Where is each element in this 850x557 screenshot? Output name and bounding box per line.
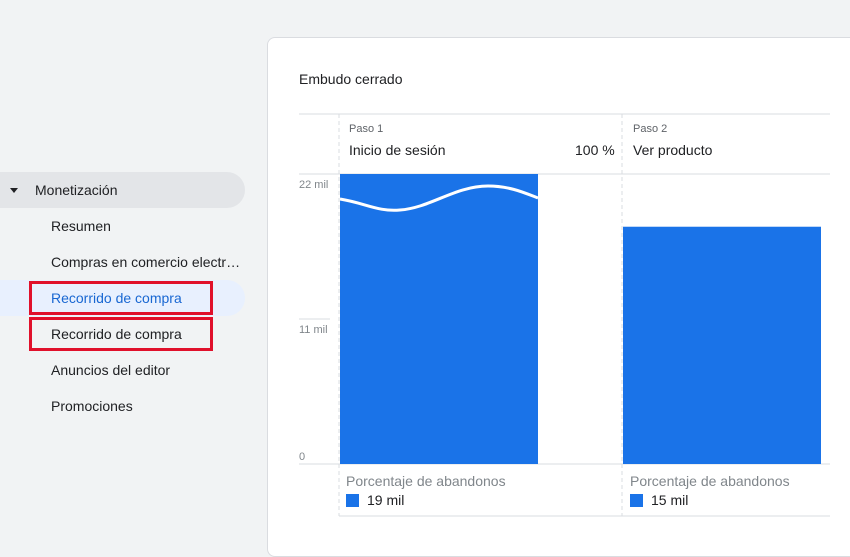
step-label: Paso 2 xyxy=(633,123,668,135)
abandon-value: 15 mil xyxy=(630,492,688,508)
funnel-chart xyxy=(299,113,830,517)
y-tick-label: 11 mil xyxy=(299,324,328,336)
abandon-title: Porcentaje de abandonos xyxy=(630,473,790,489)
legend-swatch xyxy=(630,493,643,507)
step-name: Inicio de sesión xyxy=(349,142,446,158)
legend-swatch xyxy=(346,493,359,507)
abandon-value-text: 19 mil xyxy=(367,492,405,508)
step-percent: 100 % xyxy=(575,142,615,158)
y-tick-label: 0 xyxy=(299,451,306,463)
abandon-title: Porcentaje de abandonos xyxy=(346,473,506,489)
funnel-bar[interactable] xyxy=(340,174,538,464)
step-name: Ver producto xyxy=(633,142,713,158)
funnel-bar[interactable] xyxy=(623,226,821,464)
step-label: Paso 1 xyxy=(349,123,384,135)
abandon-value: 19 mil xyxy=(346,492,404,508)
abandon-value-text: 15 mil xyxy=(651,492,689,508)
y-tick-label: 22 mil xyxy=(299,179,329,191)
